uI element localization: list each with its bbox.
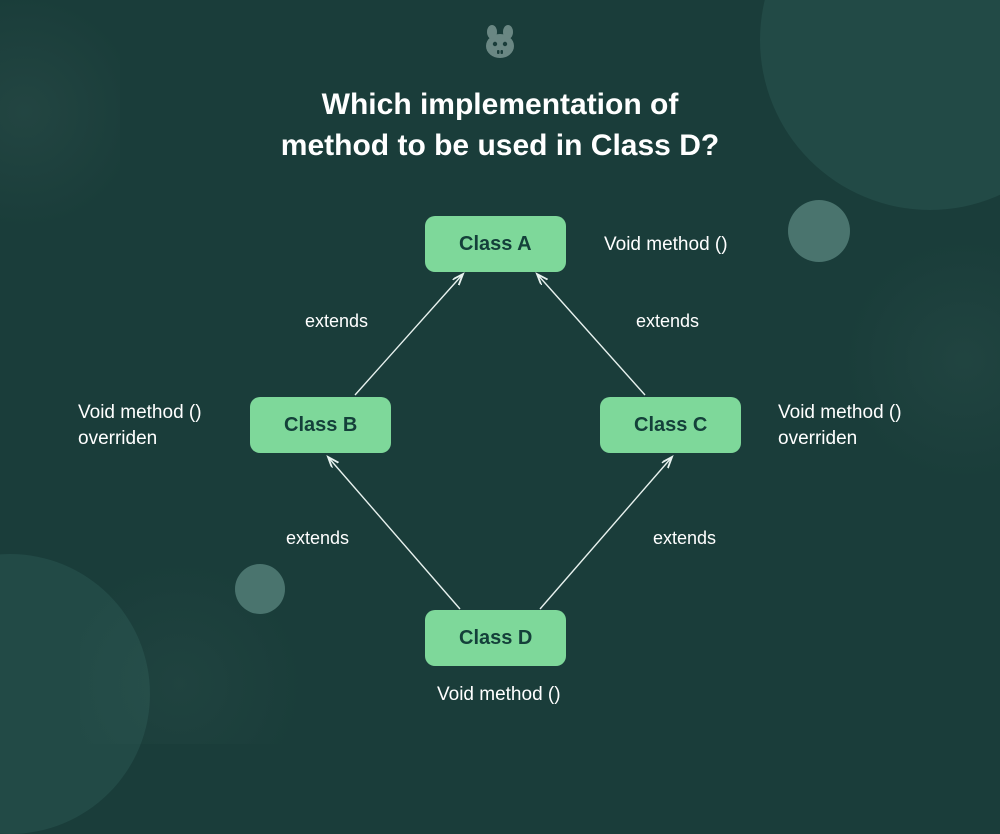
class-d-node: Class D (425, 610, 566, 666)
class-d-label: Class D (459, 627, 532, 650)
edge-d-to-b-label: extends (286, 528, 349, 549)
texture-bottom-left (80, 544, 330, 744)
class-a-label: Class A (459, 233, 532, 256)
class-b-annotation: Void method () overriden (78, 400, 202, 451)
class-a-node: Class A (425, 216, 566, 272)
edge-b-to-a-label: extends (305, 311, 368, 332)
edge-c-to-a-label: extends (636, 311, 699, 332)
diagram-title: Which implementation of method to be use… (0, 85, 1000, 166)
class-b-annotation-line-1: Void method () (78, 402, 202, 423)
class-b-node: Class B (250, 397, 391, 453)
class-d-annotation: Void method () (437, 682, 561, 708)
class-b-label: Class B (284, 414, 357, 437)
bg-dot-left (235, 564, 285, 614)
title-line-1: Which implementation of (322, 88, 679, 121)
class-c-annotation: Void method () overriden (778, 400, 902, 451)
class-b-annotation-line-2: overriden (78, 428, 157, 449)
texture-right (820, 220, 1000, 500)
class-a-annotation: Void method () (604, 232, 728, 258)
beaver-logo-icon (480, 24, 520, 65)
edge-d-to-c-label: extends (653, 528, 716, 549)
class-c-label: Class C (634, 414, 707, 437)
class-c-annotation-line-2: overriden (778, 428, 857, 449)
class-c-node: Class C (600, 397, 741, 453)
title-line-2: method to be used in Class D? (281, 129, 719, 162)
bg-dot-right (788, 200, 850, 262)
bg-circle-bottom-left (0, 554, 150, 834)
class-c-annotation-line-1: Void method () (778, 402, 902, 423)
